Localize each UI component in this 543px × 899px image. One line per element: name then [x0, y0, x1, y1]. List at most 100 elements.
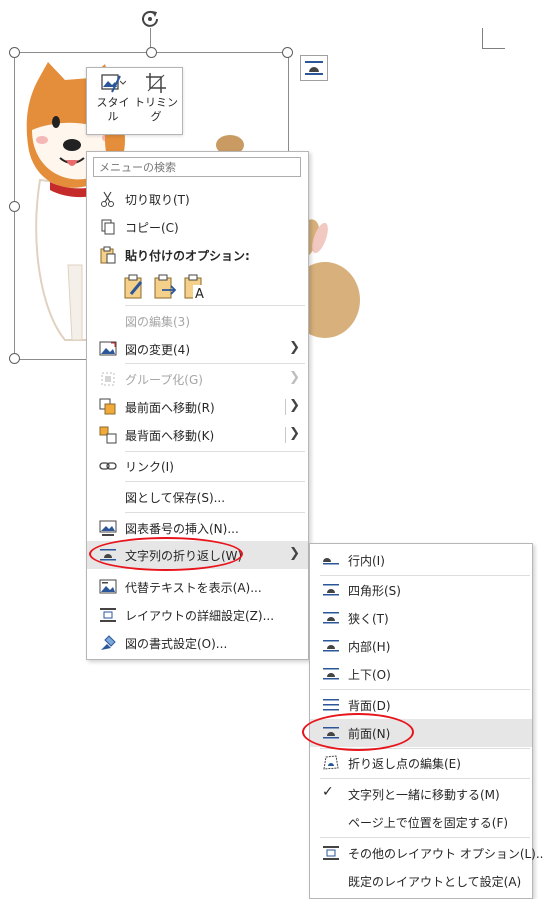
- submenu-chevron-icon[interactable]: ❯: [289, 426, 300, 441]
- copy-label: コピー(C): [125, 221, 179, 235]
- edit-picture-label: 図の編集(3): [125, 315, 190, 329]
- paste-icon: [100, 246, 116, 264]
- link-icon: [99, 462, 117, 470]
- menu-item-send-to-back[interactable]: 最背面へ移動(K) ❯: [87, 421, 308, 449]
- menu-search-input[interactable]: [93, 157, 301, 177]
- paste-text-only-icon[interactable]: A: [183, 274, 207, 300]
- style-button[interactable]: スタイル: [93, 72, 133, 124]
- wrap-option-in-front[interactable]: 前面(N): [310, 719, 532, 747]
- more-layout-label: その他のレイアウト オプション(L)...: [348, 847, 543, 861]
- alt-text-label: 代替テキストを表示(A)...: [125, 581, 262, 595]
- layout-details-label: レイアウトの詳細設定(Z)...: [125, 609, 275, 623]
- checkmark-icon: ✓: [322, 784, 334, 800]
- wrap-square-icon: [323, 584, 339, 596]
- wrap-inline-icon: [323, 558, 339, 565]
- menu-item-wrap-text[interactable]: 文字列の折り返し(W) ❯: [87, 541, 308, 569]
- top-bottom-label: 上下(O): [348, 668, 391, 682]
- layout-details-icon: [100, 608, 116, 622]
- alt-text-icon: [99, 579, 117, 594]
- page-corner-mark: [482, 28, 505, 49]
- wrap-top-bottom-icon: [323, 668, 339, 680]
- edit-wrap-points-icon: [323, 755, 339, 770]
- resize-handle-top-left[interactable]: [9, 47, 20, 58]
- wrap-in-front-icon: [323, 727, 339, 739]
- resize-handle-bottom-left[interactable]: [9, 353, 20, 364]
- resize-handle-top[interactable]: [146, 47, 157, 58]
- wrap-text-label: 文字列の折り返し(W): [125, 549, 243, 563]
- more-layout-icon: [323, 846, 339, 860]
- submenu-chevron-icon: ❯: [289, 340, 300, 355]
- behind-label: 背面(D): [348, 699, 391, 713]
- wrap-option-inline[interactable]: 行内(I): [310, 546, 532, 574]
- menu-item-format-picture[interactable]: 図の書式設定(O)...: [87, 629, 308, 657]
- submenu-chevron-icon: ❯: [289, 370, 300, 385]
- bring-to-front-label: 最前面へ移動(R): [125, 401, 215, 415]
- menu-item-cut[interactable]: 切り取り(T): [87, 185, 308, 213]
- crop-button[interactable]: トリミング: [133, 72, 179, 124]
- paste-keep-format-icon[interactable]: [123, 274, 147, 300]
- paste-options-heading-row: 貼り付けのオプション:: [87, 241, 308, 269]
- scissors-icon: [101, 191, 114, 207]
- wrap-through-icon: [323, 640, 339, 652]
- split-divider: [285, 399, 286, 415]
- separator: [320, 689, 530, 690]
- svg-text:A: A: [195, 287, 204, 300]
- menu-item-save-as-picture[interactable]: 図として保存(S)...: [87, 483, 308, 511]
- wrap-option-behind[interactable]: 背面(D): [310, 691, 532, 719]
- rotate-handle-icon[interactable]: [140, 8, 160, 28]
- paste-options-heading: 貼り付けのオプション:: [125, 249, 250, 263]
- wrap-option-edit-wrap-points[interactable]: 折り返し点の編集(E): [310, 749, 532, 777]
- menu-item-group: グループ化(G) ❯: [87, 365, 308, 393]
- in-front-label: 前面(N): [348, 727, 391, 741]
- format-picture-icon: [101, 635, 116, 650]
- link-label: リンク(I): [125, 460, 174, 474]
- tight-label: 狭く(T): [348, 612, 389, 626]
- separator: [125, 481, 305, 482]
- wrap-option-more-layout[interactable]: その他のレイアウト オプション(L)...: [310, 839, 543, 867]
- wrap-text-submenu: 行内(I) 四角形(S) 狭く(T) 内部(H) 上下(O) 背面(D) 前面(…: [309, 543, 543, 899]
- send-to-back-icon: [99, 426, 117, 444]
- style-button-label: スタイル: [96, 96, 130, 123]
- wrap-tight-icon: [323, 612, 339, 624]
- wrap-option-through[interactable]: 内部(H): [310, 632, 532, 660]
- menu-item-alt-text[interactable]: 代替テキストを表示(A)...: [87, 573, 308, 601]
- bring-to-front-icon: [99, 398, 116, 415]
- resize-handle-top-right[interactable]: [282, 47, 293, 58]
- wrap-option-square[interactable]: 四角形(S): [310, 576, 532, 604]
- fix-position-label: ページ上で位置を固定する(F): [348, 816, 509, 830]
- group-icon: [101, 372, 115, 386]
- set-default-label: 既定のレイアウトとして設定(A): [348, 875, 522, 889]
- menu-item-insert-caption[interactable]: 図表番号の挿入(N)...: [87, 514, 308, 542]
- mini-toolbar: スタイル トリミング: [86, 67, 183, 135]
- separator: [320, 837, 530, 838]
- wrap-option-top-bottom[interactable]: 上下(O): [310, 660, 532, 688]
- menu-item-link[interactable]: リンク(I): [87, 452, 308, 480]
- separator: [125, 363, 305, 364]
- resize-handle-left[interactable]: [9, 201, 20, 212]
- submenu-chevron-icon[interactable]: ❯: [289, 398, 300, 413]
- picture-style-icon: [101, 74, 126, 93]
- menu-item-copy[interactable]: コピー(C): [87, 213, 308, 241]
- move-with-text-label: 文字列と一緒に移動する(M): [348, 788, 500, 802]
- menu-item-layout-details[interactable]: レイアウトの詳細設定(Z)...: [87, 601, 308, 629]
- menu-item-change-picture[interactable]: 図の変更(4) ❯: [87, 335, 308, 363]
- paste-merge-format-icon[interactable]: [153, 274, 177, 300]
- separator: [125, 305, 305, 306]
- split-divider: [285, 427, 286, 443]
- edit-wrap-points-label: 折り返し点の編集(E): [348, 757, 461, 771]
- save-as-picture-label: 図として保存(S)...: [125, 491, 226, 505]
- wrap-option-fix-position[interactable]: ページ上で位置を固定する(F): [310, 808, 532, 836]
- group-label: グループ化(G): [125, 373, 203, 387]
- wrap-option-move-with-text[interactable]: ✓ 文字列と一緒に移動する(M): [310, 780, 532, 808]
- separator: [125, 512, 305, 513]
- wrap-option-set-default[interactable]: 既定のレイアウトとして設定(A): [310, 867, 532, 895]
- cut-label: 切り取り(T): [125, 193, 190, 207]
- layout-options-button[interactable]: [300, 55, 328, 81]
- through-label: 内部(H): [348, 640, 391, 654]
- crop-icon: [146, 73, 166, 93]
- wrap-option-tight[interactable]: 狭く(T): [310, 604, 532, 632]
- menu-item-bring-to-front[interactable]: 最前面へ移動(R) ❯: [87, 393, 308, 421]
- separator: [320, 778, 530, 779]
- insert-caption-icon: [99, 520, 117, 536]
- menu-item-edit-picture: 図の編集(3): [87, 307, 308, 335]
